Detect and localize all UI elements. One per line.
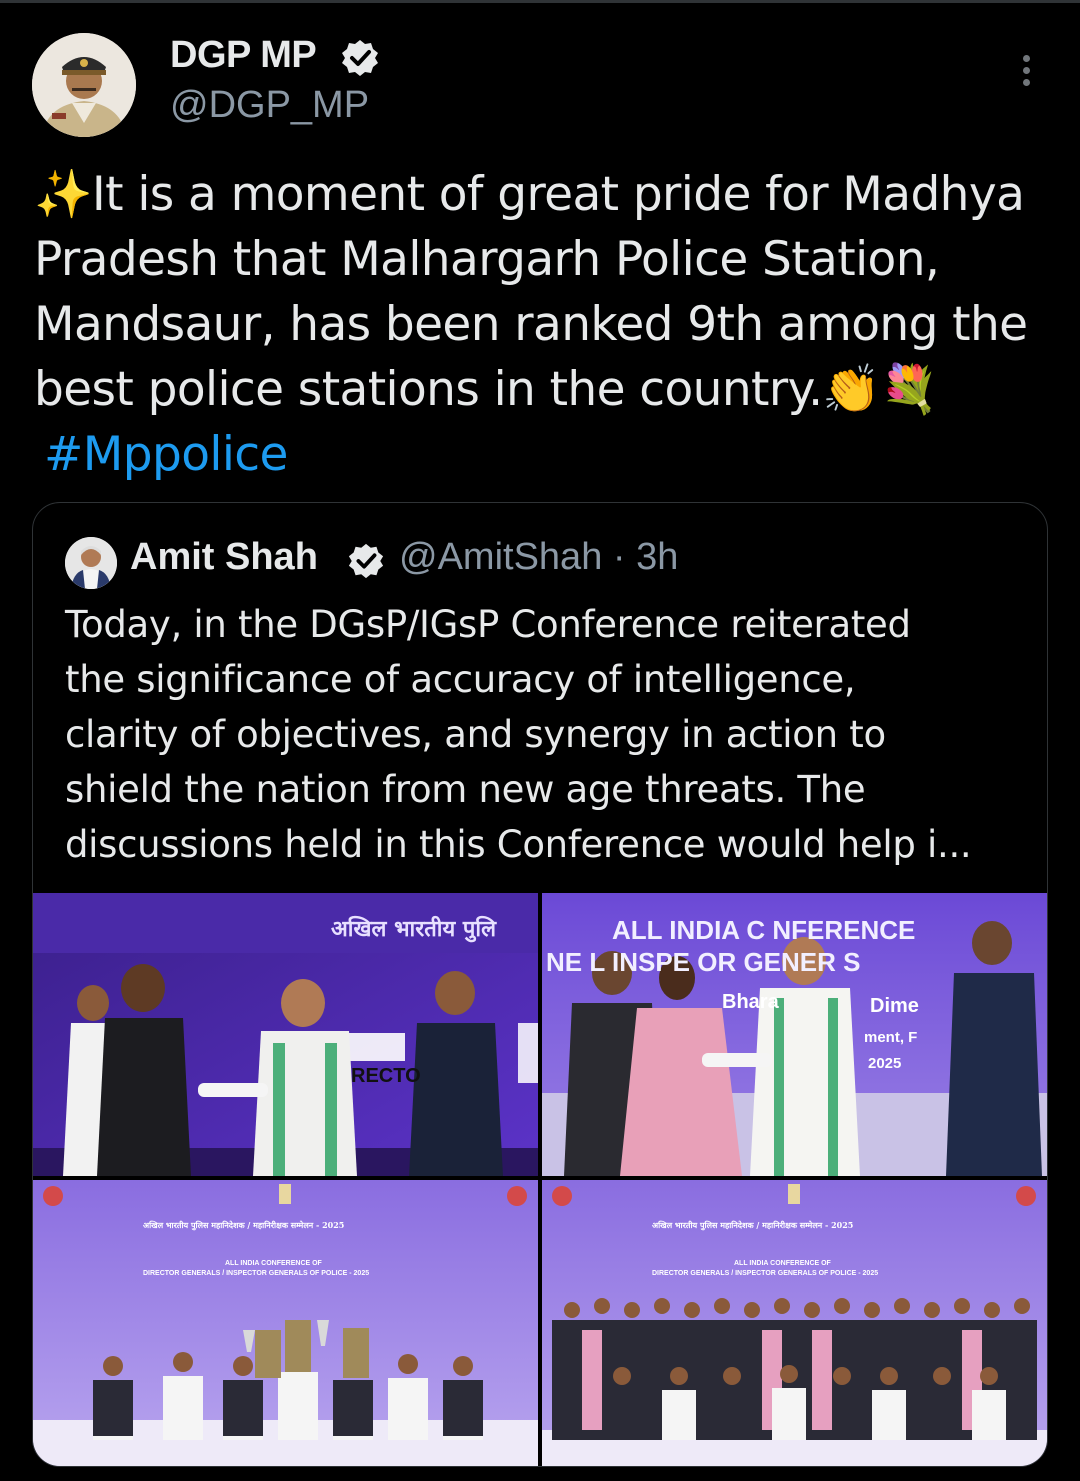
tweet-line: best police stations in the country.👏💐 <box>34 362 939 417</box>
verified-badge-icon <box>348 543 384 579</box>
photo4-english-line2: DIRECTOR GENERALS / INSPECTOR GENERALS O… <box>652 1270 879 1277</box>
tweet-line: Pradesh that Malhargarh Police Station, <box>34 232 940 287</box>
photo2-banner-line1: ALL INDIA C NFERENCE <box>612 915 916 945</box>
tweet-line: Mandsaur, has been ranked 9th among the <box>34 297 1028 352</box>
quoted-author-avatar[interactable] <box>65 537 117 589</box>
photo1-banner-text: अखिल भारतीय पुलि <box>331 916 497 942</box>
quoted-timestamp[interactable]: 3h <box>636 536 678 578</box>
quoted-tweet-text: Today, in the DGsP/IGsP Conference reite… <box>65 597 1025 872</box>
quoted-line: the significance of accuracy of intellig… <box>65 658 856 701</box>
photo2-sub1: Bhara <box>722 991 779 1013</box>
quoted-line: Today, in the DGsP/IGsP Conference reite… <box>65 603 911 646</box>
quoted-tweet-card[interactable]: Amit Shah @AmitShah · 3h Today, in the D… <box>32 502 1048 1467</box>
hashtag-link[interactable]: #Mppolice <box>44 427 288 482</box>
photo3-english-line2: DIRECTOR GENERALS / INSPECTOR GENERALS O… <box>143 1270 370 1277</box>
meta-separator: · <box>602 536 637 578</box>
photo2-sub2: Dime <box>870 995 919 1017</box>
photo-award-ceremony-1[interactable]: अखिल भारतीय पुलि RECTO <box>33 893 538 1176</box>
photo-award-ceremony-2[interactable]: ALL INDIA C NFERENCE NE L INSPE OR GENER… <box>542 893 1047 1176</box>
photo4-english-line1: ALL INDIA CONFERENCE OF <box>734 1260 831 1267</box>
author-avatar[interactable] <box>32 33 136 137</box>
more-options-icon[interactable] <box>1011 55 1041 95</box>
photo4-hindi-title: अखिल भारतीय पुलिस महानिदेशक / महानिरीक्ष… <box>652 1220 854 1230</box>
photo2-sub3: ment, F <box>864 1029 918 1046</box>
quoted-author-name[interactable]: Amit Shah <box>130 536 318 579</box>
quoted-meta: @AmitShah · 3h <box>399 536 678 579</box>
photo-group-small[interactable]: अखिल भारतीय पुलिस महानिदेशक / महानिरीक्ष… <box>33 1180 538 1466</box>
top-divider <box>0 0 1080 3</box>
photo2-year: 2025 <box>868 1055 902 1072</box>
police-officer-avatar-icon <box>32 33 136 137</box>
author-handle[interactable]: @DGP_MP <box>170 84 369 127</box>
photo3-english-line1: ALL INDIA CONFERENCE OF <box>225 1260 322 1267</box>
photo-group-large[interactable]: अखिल भारतीय पुलिस महानिदेशक / महानिरीक्ष… <box>542 1180 1047 1466</box>
author-name[interactable]: DGP MP <box>170 34 317 77</box>
photo1-side-text: RECTO <box>351 1065 421 1087</box>
quoted-line: discussions held in this Conference woul… <box>65 823 972 866</box>
tweet-line: ✨It is a moment of great pride for Madhy… <box>34 167 1025 222</box>
photo3-hindi-title: अखिल भारतीय पुलिस महानिदेशक / महानिरीक्ष… <box>143 1220 345 1230</box>
quoted-author-handle[interactable]: @AmitShah <box>399 536 602 578</box>
photo2-banner-line2: NE L INSPE OR GENER S <box>546 947 861 977</box>
media-grid: अखिल भारतीय पुलि RECTO ALL INDIA C NFERE… <box>33 893 1047 1466</box>
quoted-line: clarity of objectives, and synergy in ac… <box>65 713 886 756</box>
quoted-line: shield the nation from new age threats. … <box>65 768 866 811</box>
person-avatar-icon <box>65 537 117 589</box>
verified-badge-icon <box>342 40 378 76</box>
tweet-text: ✨It is a moment of great pride for Madhy… <box>34 162 1044 487</box>
